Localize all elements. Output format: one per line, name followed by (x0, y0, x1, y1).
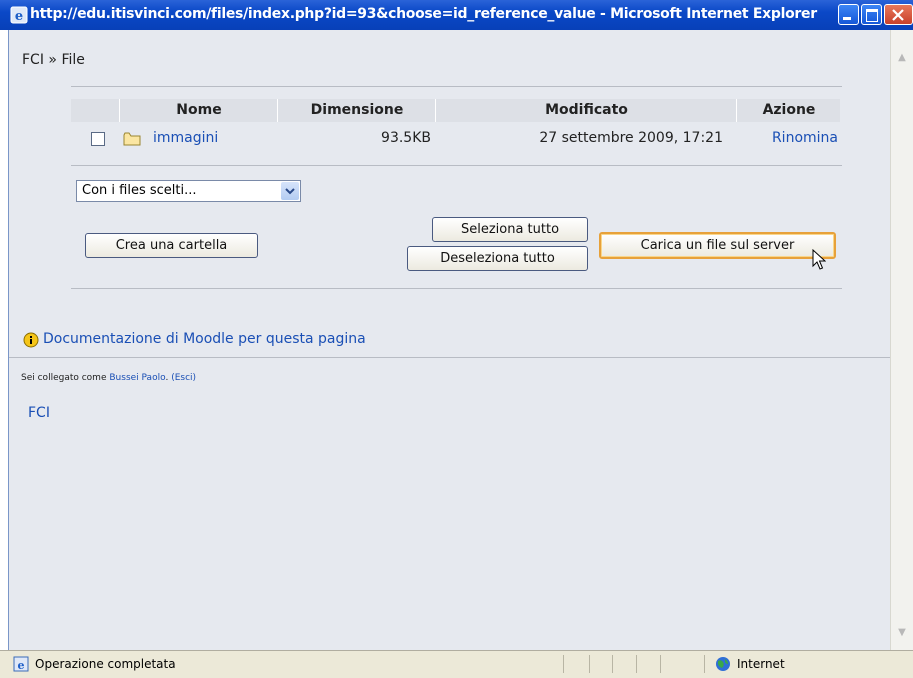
minimize-button[interactable] (838, 4, 859, 25)
footer-divider (9, 357, 891, 358)
status-cell (563, 655, 564, 673)
file-modified: 27 settembre 2009, 17:21 (539, 130, 723, 146)
rename-link[interactable]: Rinomina (761, 130, 838, 146)
maximize-button[interactable] (861, 4, 882, 25)
status-cell (660, 655, 661, 673)
status-cell (636, 655, 637, 673)
breadcrumb-root[interactable]: FCI (22, 52, 44, 68)
row-checkbox[interactable] (91, 132, 105, 146)
scroll-down-icon[interactable]: ▼ (895, 627, 909, 641)
status-bar: e Operazione completata Internet (0, 650, 913, 678)
window-titlebar[interactable]: e http://edu.itisvinci.com/files/index.p… (0, 0, 913, 30)
page-content: FCI » File Nome Dimensione Modificato Az… (8, 30, 891, 650)
status-cell (704, 655, 705, 673)
select-column-header (71, 99, 119, 122)
file-size: 93.5KB (381, 130, 431, 146)
internet-explorer-icon: e (10, 6, 28, 24)
status-cell (612, 655, 613, 673)
close-button[interactable] (884, 4, 913, 25)
login-info: Sei collegato come Bussei Paolo. (Esci) (21, 373, 196, 383)
dropdown-button[interactable] (281, 182, 299, 200)
divider (71, 165, 842, 166)
status-text: Operazione completata (35, 657, 176, 671)
zone-text: Internet (737, 657, 785, 671)
divider (71, 86, 842, 87)
breadcrumb: FCI » File (22, 52, 85, 68)
login-prefix: Sei collegato come (21, 373, 107, 383)
header-nome: Nome (119, 99, 278, 122)
create-folder-button[interactable]: Crea una cartella (85, 233, 258, 258)
svg-text:e: e (15, 9, 23, 24)
bulk-action-select[interactable]: Con i files scelti... (76, 180, 301, 202)
window-title: http://edu.itisvinci.com/files/index.php… (30, 6, 817, 22)
mouse-cursor-icon (812, 249, 826, 270)
minimize-icon (843, 17, 851, 20)
course-home-link[interactable]: FCI (28, 405, 50, 421)
deselect-all-button[interactable]: Deseleziona tutto (407, 246, 588, 271)
breadcrumb-current: File (61, 52, 85, 68)
status-cell (589, 655, 590, 673)
folder-icon (123, 132, 141, 146)
globe-icon (716, 657, 730, 671)
maximize-icon (866, 9, 878, 22)
header-modificato: Modificato (435, 99, 737, 122)
bulk-action-selected: Con i files scelti... (82, 183, 197, 198)
info-icon (23, 332, 39, 348)
vertical-scrollbar[interactable]: ▲ ▼ (890, 30, 913, 650)
page-done-icon: e (13, 656, 29, 672)
folder-name-link[interactable]: immagini (153, 130, 218, 146)
moodle-docs-link[interactable]: Documentazione di Moodle per questa pagi… (43, 331, 366, 347)
svg-text:e: e (18, 659, 25, 672)
chevron-down-icon (285, 188, 295, 195)
login-period: . (165, 373, 169, 383)
user-profile-link[interactable]: Bussei Paolo (109, 373, 165, 383)
breadcrumb-separator: » (48, 52, 57, 68)
scroll-up-icon[interactable]: ▲ (895, 52, 909, 66)
divider (71, 288, 842, 289)
file-table-header: Nome Dimensione Modificato Azione (71, 99, 840, 122)
upload-file-button[interactable]: Carica un file sul server (599, 232, 836, 259)
table-row: immagini 93.5KB 27 settembre 2009, 17:21… (71, 126, 842, 154)
header-dimensione: Dimensione (277, 99, 436, 122)
select-all-button[interactable]: Seleziona tutto (432, 217, 588, 242)
close-icon (892, 9, 904, 21)
logout-link[interactable]: (Esci) (171, 373, 196, 383)
header-azione: Azione (736, 99, 841, 122)
